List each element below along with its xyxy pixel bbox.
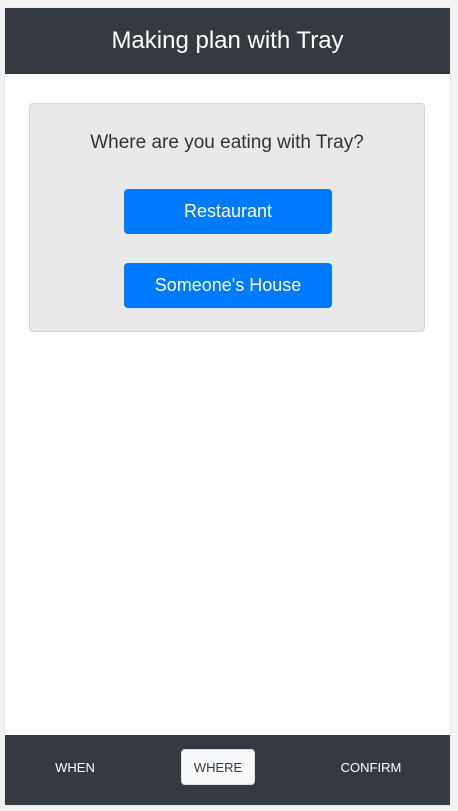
restaurant-button[interactable]: Restaurant: [124, 189, 332, 234]
page-header: Making plan with Tray: [5, 8, 450, 74]
tab-when[interactable]: WHEN: [45, 749, 105, 785]
tab-confirm[interactable]: CONFIRM: [333, 749, 409, 785]
page-title: Making plan with Tray: [111, 26, 344, 54]
tab-where[interactable]: WHERE: [181, 749, 255, 785]
location-choice-card: Where are you eating with Tray? Restaura…: [29, 103, 425, 332]
location-question: Where are you eating with Tray?: [90, 132, 364, 153]
bottom-nav: WHEN WHERE CONFIRM: [5, 735, 450, 805]
app-frame: Making plan with Tray Where are you eati…: [5, 8, 450, 805]
someones-house-button[interactable]: Someone's House: [124, 263, 332, 308]
